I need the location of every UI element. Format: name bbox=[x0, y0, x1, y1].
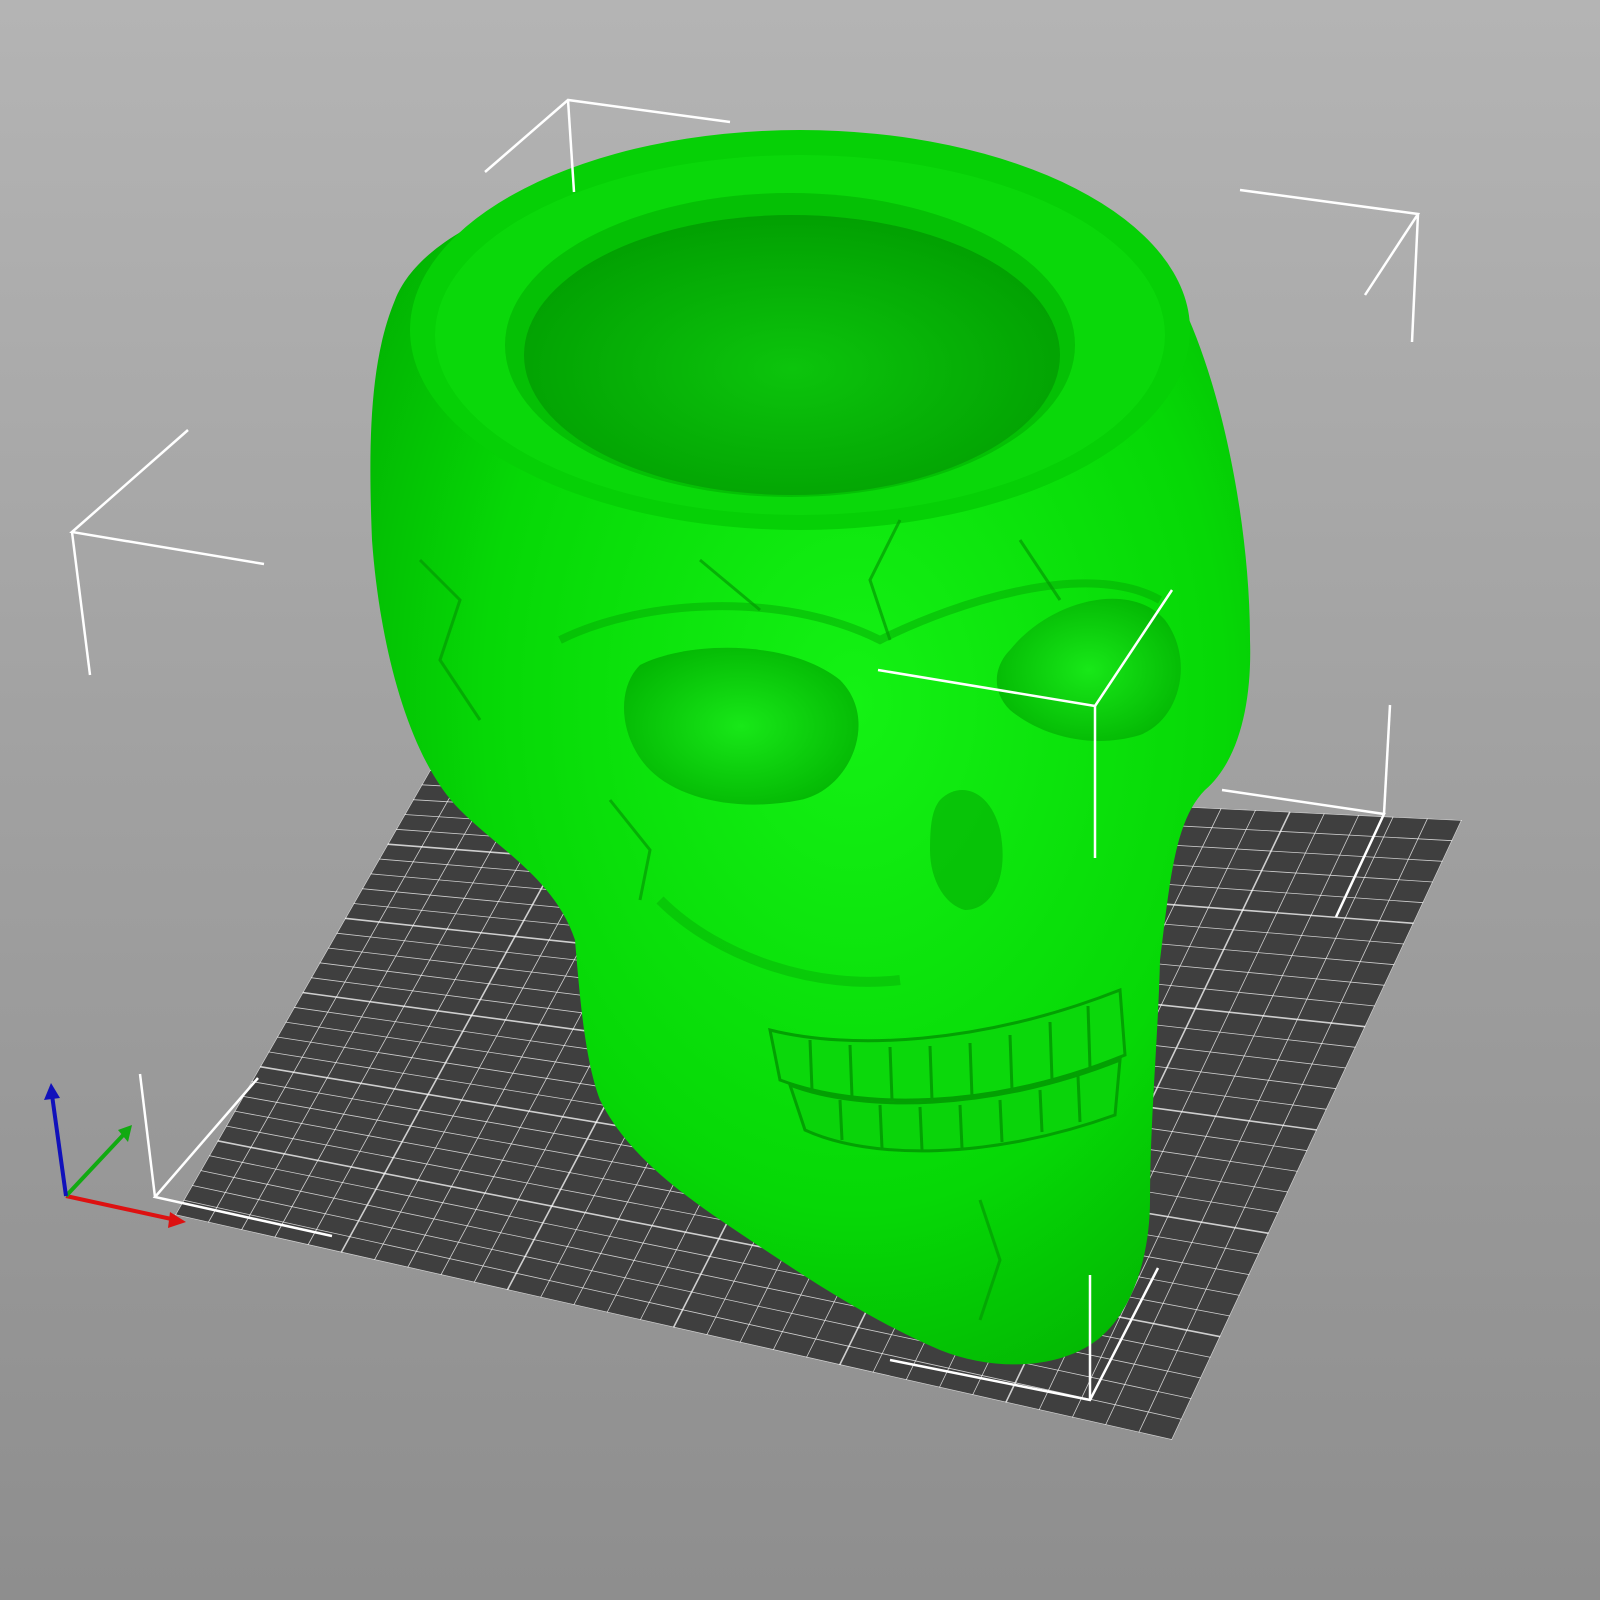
planter-bowl bbox=[524, 215, 1060, 495]
bbox-corner-top-right bbox=[1239, 188, 1421, 296]
scene-canvas[interactable] bbox=[0, 0, 1600, 1600]
z-axis-arrow bbox=[44, 1083, 60, 1100]
y-axis bbox=[64, 1130, 128, 1198]
3d-viewport[interactable] bbox=[0, 0, 1600, 1600]
axes-gizmo bbox=[44, 1083, 186, 1228]
bbox-corner-top-left bbox=[69, 429, 265, 566]
z-axis bbox=[50, 1094, 68, 1197]
x-axis bbox=[65, 1194, 177, 1222]
